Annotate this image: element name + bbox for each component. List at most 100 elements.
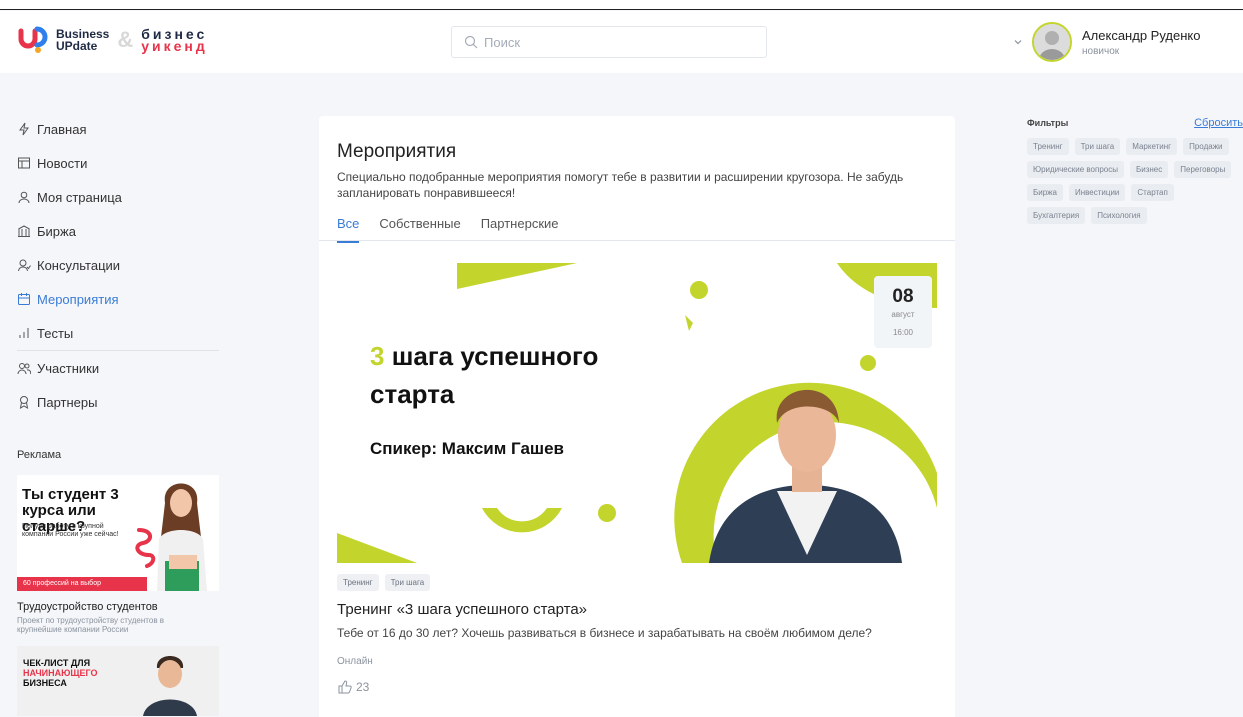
event-tags: Тренинг Три шага xyxy=(337,574,436,591)
ad-banner-students[interactable]: Ты студент 3 курса или старше? Получи ра… xyxy=(17,475,219,591)
sidebar-item-label: Новости xyxy=(37,155,88,171)
sidebar-item-profile[interactable]: Моя страница xyxy=(17,180,222,214)
logo-ampersand: & xyxy=(117,27,134,52)
logo-mark-icon xyxy=(18,25,50,55)
banner-line1-text: шага успешного xyxy=(384,341,599,371)
student-girl-image xyxy=(157,483,207,591)
ad-banner-checklist[interactable]: ЧЕК-ЛИСТ ДЛЯ НАЧИНАЮЩЕГО БИЗНЕСА xyxy=(17,646,219,716)
consult-icon xyxy=(18,259,31,272)
filter-tag-psychology[interactable]: Психология xyxy=(1091,207,1147,224)
sidebar-item-label: Биржа xyxy=(37,223,76,239)
sidebar-item-members[interactable]: Участники xyxy=(17,351,222,385)
ads-title: Реклама xyxy=(17,449,62,461)
sidebar-item-events[interactable]: Мероприятия xyxy=(17,282,222,316)
search-box[interactable] xyxy=(451,26,767,58)
user-icon xyxy=(18,191,30,204)
filter-tag-training[interactable]: Тренинг xyxy=(1027,138,1069,155)
ad2-line3: БИЗНЕСА xyxy=(23,678,67,688)
event-date-day: 08 xyxy=(892,286,914,307)
filters-panel: Фильтры Сбросить Тренинг Три шага Маркет… xyxy=(1027,117,1243,230)
exchange-icon xyxy=(18,225,30,237)
top-border xyxy=(0,0,1243,10)
filter-tag-three-steps[interactable]: Три шага xyxy=(1074,138,1121,155)
sidebar: Главная Новости Моя страница Биржа Консу… xyxy=(17,112,222,716)
sidebar-item-consultations[interactable]: Консультации xyxy=(17,248,222,282)
search-icon xyxy=(464,35,478,49)
users-icon xyxy=(17,363,31,375)
banner-shapes xyxy=(337,263,937,563)
page-description: Специально подобранные мероприятия помог… xyxy=(337,170,904,200)
logo-ru-text: бизнес уикенд xyxy=(141,27,208,54)
tab-partner[interactable]: Партнерские xyxy=(481,216,559,243)
ad2-text: ЧЕК-ЛИСТ ДЛЯ НАЧИНАЮЩЕГО БИЗНЕСА xyxy=(23,658,98,688)
news-icon xyxy=(18,157,30,169)
award-icon xyxy=(19,396,29,409)
event-date-card: 08 август 16:00 xyxy=(874,276,932,348)
banner-headline-line2: старта xyxy=(370,379,455,409)
logo-ru-line2: уикенд xyxy=(141,38,208,54)
event-title[interactable]: Тренинг «3 шага успешного старта» xyxy=(337,601,587,618)
event-tag[interactable]: Три шага xyxy=(384,574,431,591)
header: Business UPdate & бизнес уикенд Александ… xyxy=(0,11,1243,73)
user-menu[interactable]: Александр Руденко новичок xyxy=(1012,22,1200,62)
filter-tag-startup[interactable]: Стартап xyxy=(1131,184,1174,201)
filter-tag-negotiations[interactable]: Переговоры xyxy=(1174,161,1232,178)
filter-tag-legal[interactable]: Юридические вопросы xyxy=(1027,161,1124,178)
page-title: Мероприятия xyxy=(337,141,457,162)
sidebar-item-news[interactable]: Новости xyxy=(17,146,222,180)
ad1-caption[interactable]: Трудоустройство студентов xyxy=(17,601,222,613)
sidebar-item-label: Участники xyxy=(37,360,100,376)
event-date-time: 16:00 xyxy=(892,328,914,337)
sidebar-item-label: Мероприятия xyxy=(37,291,119,307)
logo-text: Business UPdate xyxy=(56,28,109,52)
likes-count: 23 xyxy=(356,680,370,694)
chevron-down-icon[interactable] xyxy=(1012,36,1024,48)
sidebar-item-label: Консультации xyxy=(37,257,121,273)
ad2-line2: НАЧИНАЮЩЕГО xyxy=(23,668,98,678)
chart-icon xyxy=(19,328,29,338)
sidebar-item-label: Моя страница xyxy=(37,189,122,205)
bolt-icon xyxy=(19,122,29,136)
event-date-month: август xyxy=(891,310,915,319)
tab-all[interactable]: Все xyxy=(337,216,360,243)
user-name: Александр Руденко xyxy=(1082,27,1201,43)
ad1-description: Проект по трудоустройству студентов в кр… xyxy=(17,616,165,634)
event-description: Тебе от 16 до 30 лет? Хочешь развиваться… xyxy=(337,626,872,640)
banner-number: 3 xyxy=(370,341,385,371)
event-tag[interactable]: Тренинг xyxy=(337,574,379,591)
thumbs-up-icon xyxy=(338,680,352,694)
filter-tag-marketing[interactable]: Маркетинг xyxy=(1126,138,1178,155)
filter-tag-exchange[interactable]: Биржа xyxy=(1027,184,1063,201)
sidebar-item-label: Тесты xyxy=(37,325,74,341)
sidebar-item-home[interactable]: Главная xyxy=(17,112,222,146)
filter-tag-accounting[interactable]: Бухгалтерия xyxy=(1027,207,1086,224)
ad1-bottom-bar: 60 профессий на выбор xyxy=(17,577,147,591)
filters-reset-link[interactable]: Сбросить xyxy=(1194,117,1243,129)
like-button[interactable]: 23 xyxy=(337,679,369,695)
search-input[interactable] xyxy=(484,34,744,50)
event-banner[interactable]: 3 шага успешного старта Спикер: Максим Г… xyxy=(337,263,937,563)
user-role: новичок xyxy=(1082,45,1120,57)
tabs-divider xyxy=(319,240,955,241)
tabs: Все Собственные Партнерские xyxy=(337,216,579,243)
banner-headline-line1: 3 шага успешного xyxy=(370,341,598,372)
events-panel: Мероприятия Специально подобранные мероп… xyxy=(319,116,955,717)
event-format: Онлайн xyxy=(337,656,373,667)
filter-tags: Тренинг Три шага Маркетинг Продажи Юриди… xyxy=(1027,138,1243,230)
avatar[interactable] xyxy=(1032,22,1072,62)
sidebar-item-label: Главная xyxy=(37,121,87,137)
man-photo-image xyxy=(143,656,197,716)
filters-title: Фильтры xyxy=(1027,118,1069,128)
tab-own[interactable]: Собственные xyxy=(379,216,460,243)
logo[interactable]: Business UPdate & бизнес уикенд xyxy=(18,25,208,55)
filter-tag-business[interactable]: Бизнес xyxy=(1129,161,1169,178)
ad1-subtext: Получи работу в крупной компании России … xyxy=(22,523,119,538)
ad2-line1: ЧЕК-ЛИСТ ДЛЯ xyxy=(23,658,91,668)
calendar-icon xyxy=(18,293,30,305)
sidebar-item-exchange[interactable]: Биржа xyxy=(17,214,222,248)
filter-tag-investments[interactable]: Инвестиции xyxy=(1068,184,1126,201)
banner-speaker: Спикер: Максим Гашев xyxy=(370,439,564,458)
sidebar-item-partners[interactable]: Партнеры xyxy=(17,385,222,419)
filter-tag-sales[interactable]: Продажи xyxy=(1183,138,1229,155)
sidebar-item-tests[interactable]: Тесты xyxy=(17,316,222,350)
